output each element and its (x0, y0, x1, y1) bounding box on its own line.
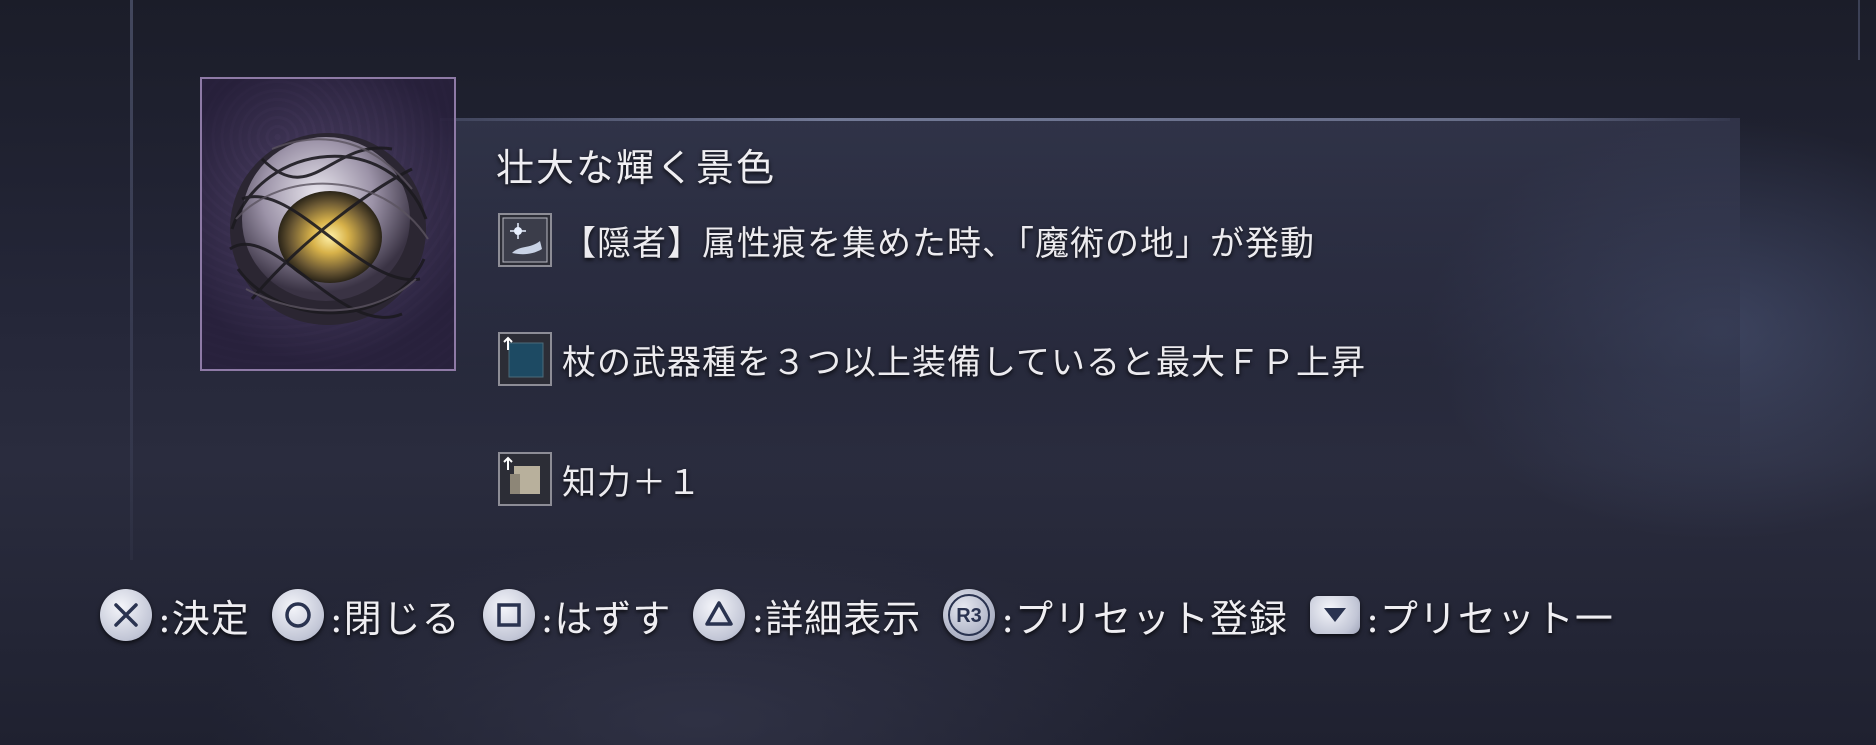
relic-image[interactable] (200, 77, 456, 371)
unequip-label: :はずす (540, 596, 672, 641)
triangle-button-icon (693, 589, 746, 641)
confirm-prompt[interactable]: :決定 (100, 588, 250, 643)
preset-register-label: :プリセット登録 (1001, 596, 1289, 641)
r3-glyph: R3 (956, 605, 982, 627)
square-button-icon (482, 589, 535, 641)
relic-nest-icon (229, 133, 429, 325)
stat-up-scroll-icon (498, 452, 552, 506)
dpad-down-icon (1310, 596, 1361, 634)
frame-divider-right (1858, 0, 1860, 60)
frame-divider-left (130, 0, 133, 560)
confirm-label: :決定 (158, 596, 250, 641)
preset-prompt[interactable]: :プリセット一 (1310, 588, 1614, 643)
close-label: :閉じる (329, 596, 461, 641)
r3-button-icon: R3 (943, 589, 996, 641)
preset-register-prompt[interactable]: R3 :プリセット登録 (943, 588, 1288, 643)
unequip-prompt[interactable]: :はずす (482, 588, 672, 643)
relic-name: 壮大な輝く景色 (496, 146, 777, 190)
panel-top-border (440, 118, 1730, 121)
relic-effect-2: 杖の武器種を３つ以上装備していると最大ＦＰ上昇 (498, 331, 1366, 387)
details-label: :詳細表示 (751, 596, 922, 641)
preset-label: :プリセット一 (1366, 596, 1614, 641)
relic-effect-text: 知力＋１ (562, 462, 702, 503)
relic-effect-text: 【隠者】属性痕を集めた時、「魔術の地」が発動 (562, 223, 1315, 264)
close-prompt[interactable]: :閉じる (271, 588, 461, 643)
details-prompt[interactable]: :詳細表示 (693, 588, 921, 643)
circle-button-icon (271, 589, 324, 641)
cross-button-icon (100, 589, 152, 641)
relic-effect-text: 杖の武器種を３つ以上装備していると最大ＦＰ上昇 (562, 342, 1366, 383)
relic-effect-3: 知力＋１ (498, 451, 702, 507)
stat-up-blue-icon (498, 332, 552, 386)
button-prompts-bar: :決定 :閉じる :はずす :詳細表示 R3:プリセット登録:プリセット一 (100, 585, 1636, 645)
relic-effect-1: 【隠者】属性痕を集めた時、「魔術の地」が発動 (498, 212, 1315, 268)
hermit-magic-icon (498, 213, 552, 267)
